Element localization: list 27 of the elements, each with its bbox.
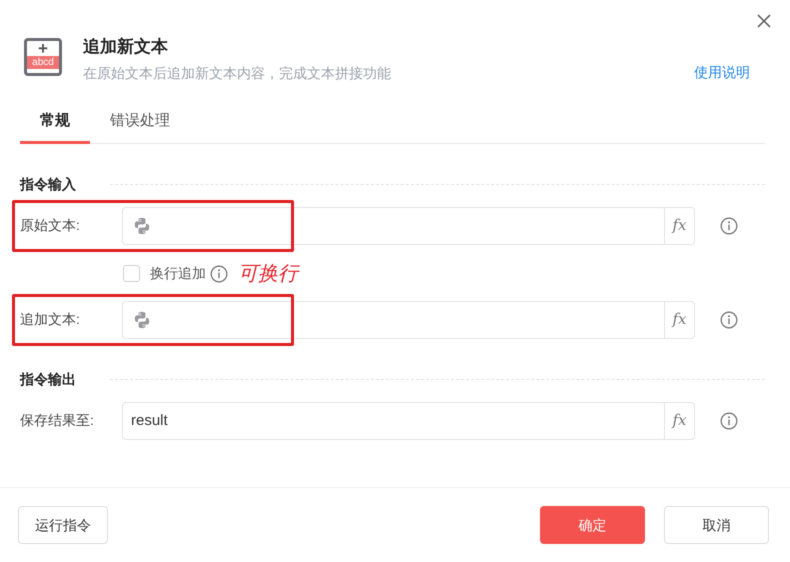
formula-button[interactable]: fx	[664, 208, 694, 244]
formula-button[interactable]: fx	[664, 302, 694, 338]
info-icon[interactable]	[210, 264, 228, 282]
info-icon[interactable]	[720, 412, 738, 430]
dialog-subtitle: 在原始文本后追加新文本内容，完成文本拼接功能	[83, 64, 391, 83]
help-link[interactable]: 使用说明	[694, 62, 750, 83]
section-title: 指令输出	[20, 370, 77, 388]
app-icon: + abcd	[24, 38, 62, 76]
annotation-text: 可换行	[238, 262, 298, 286]
tab[interactable]: 错误处理	[90, 104, 190, 144]
tab[interactable]: 常规	[20, 104, 90, 144]
checkbox[interactable]	[123, 265, 140, 282]
run-button[interactable]: 运行指令	[18, 506, 108, 544]
confirm-button[interactable]: 确定	[540, 506, 645, 544]
section-title: 指令输入	[20, 174, 77, 194]
cancel-button[interactable]: 取消	[664, 506, 769, 544]
formula-button[interactable]: fx	[664, 402, 694, 438]
info-icon[interactable]	[720, 216, 738, 234]
input-field[interactable]: result fx	[122, 402, 695, 440]
info-icon[interactable]	[720, 310, 738, 328]
input-field[interactable]: fx	[122, 206, 695, 244]
dialog-title: 追加新文本	[83, 36, 169, 58]
field-label: 原始文本:	[20, 216, 81, 235]
input-field[interactable]: fx	[122, 300, 695, 338]
checkbox-label: 换行追加	[150, 264, 206, 283]
field-label: 追加文本:	[20, 310, 81, 329]
field-label: 保存结果至:	[20, 411, 95, 430]
